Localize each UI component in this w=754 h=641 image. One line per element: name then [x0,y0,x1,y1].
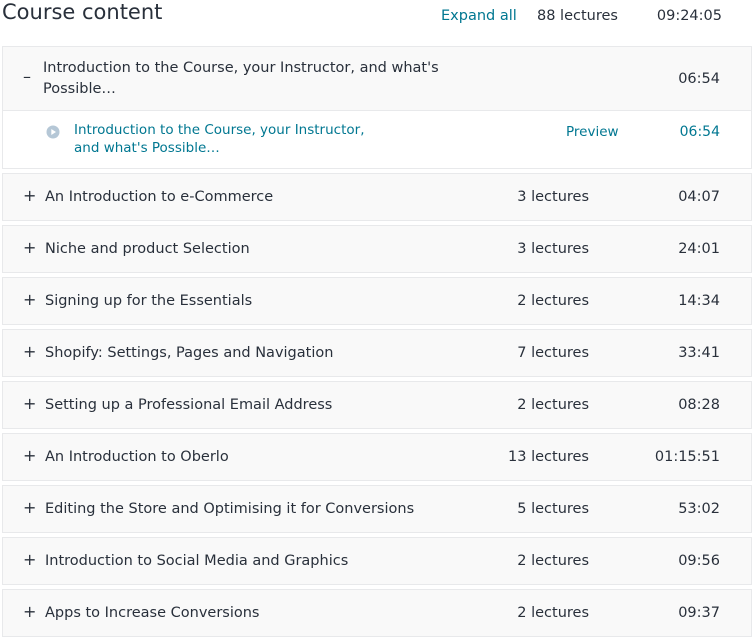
play-circle-icon [46,125,60,139]
section-item[interactable]: + Setting up a Professional Email Addres… [2,381,752,429]
section-duration: 08:28 [678,397,720,413]
expand-icon: + [23,602,37,621]
section-item[interactable]: + An Introduction to e-Commerce 3 lectur… [2,173,752,221]
expand-all-button[interactable]: Expand all [441,6,517,26]
preview-link[interactable]: Preview [566,123,619,141]
section-item[interactable]: + An Introduction to Oberlo 13 lectures … [2,433,752,481]
section-header[interactable]: + Shopify: Settings, Pages and Navigatio… [3,330,751,376]
collapse-icon: – [23,67,31,86]
section-duration: 09:37 [678,605,720,621]
section-title: Shopify: Settings, Pages and Navigation [45,345,334,361]
course-content-header: Course content Expand all 88 lectures 09… [0,0,754,40]
section-duration: 06:54 [678,71,720,87]
expand-icon: + [23,394,37,413]
section-item[interactable]: + Shopify: Settings, Pages and Navigatio… [2,329,752,377]
section-header[interactable]: – Introduction to the Course, your Instr… [3,47,751,110]
lecture-item: Introduction to the Course, your Instruc… [3,110,751,168]
page-title: Course content [2,0,163,24]
section-item[interactable]: + Niche and product Selection 3 lectures… [2,225,752,273]
section-title: Editing the Store and Optimising it for … [45,501,415,517]
section-title: An Introduction to Oberlo [45,449,229,465]
section-header[interactable]: + An Introduction to e-Commerce 3 lectur… [3,174,751,220]
section-title: Niche and product Selection [45,241,250,257]
section-header[interactable]: + Signing up for the Essentials 2 lectur… [3,278,751,324]
section-duration: 33:41 [678,345,720,361]
expand-icon: + [23,550,37,569]
section-title: An Introduction to e-Commerce [45,189,274,205]
section-duration: 53:02 [678,501,720,517]
total-lectures-count: 88 lectures [537,8,618,24]
section-title: Setting up a Professional Email Address [45,397,333,413]
section-lecture-count: 2 lectures [517,397,589,413]
expand-icon: + [23,342,37,361]
expand-icon: + [23,238,37,257]
section-duration: 09:56 [678,553,720,569]
section-header[interactable]: + Editing the Store and Optimising it fo… [3,486,751,532]
lecture-title-link[interactable]: Introduction to the Course, your Instruc… [74,121,394,157]
section-lecture-count: 13 lectures [508,449,589,465]
section-duration: 14:34 [678,293,720,309]
section-item[interactable]: + Editing the Store and Optimising it fo… [2,485,752,533]
section-duration: 01:15:51 [654,449,720,465]
section-list: – Introduction to the Course, your Instr… [2,46,752,641]
section-introduction: – Introduction to the Course, your Instr… [2,46,752,169]
section-item[interactable]: + Introduction to Social Media and Graph… [2,537,752,585]
lecture-duration: 06:54 [679,124,720,140]
section-header[interactable]: + Niche and product Selection 3 lectures… [3,226,751,272]
section-lecture-count: 3 lectures [517,241,589,257]
section-header[interactable]: + Apps to Increase Conversions 2 lecture… [3,590,751,636]
section-header[interactable]: + Setting up a Professional Email Addres… [3,382,751,428]
expand-icon: + [23,498,37,517]
section-item[interactable]: + Apps to Increase Conversions 2 lecture… [2,589,752,637]
section-lecture-count: 2 lectures [517,293,589,309]
section-header[interactable]: + An Introduction to Oberlo 13 lectures … [3,434,751,480]
section-duration: 04:07 [678,189,720,205]
total-duration: 09:24:05 [656,8,722,24]
section-title: Apps to Increase Conversions [45,605,260,621]
section-title: Introduction to Social Media and Graphic… [45,553,349,569]
expand-icon: + [23,446,37,465]
section-duration: 24:01 [678,241,720,257]
section-lecture-count: 3 lectures [517,189,589,205]
expand-icon: + [23,186,37,205]
section-lecture-count: 2 lectures [517,553,589,569]
section-lecture-count: 7 lectures [517,345,589,361]
section-item[interactable]: + Signing up for the Essentials 2 lectur… [2,277,752,325]
expand-icon: + [23,290,37,309]
section-lecture-count: 2 lectures [517,605,589,621]
section-lecture-count: 5 lectures [517,501,589,517]
section-title: Introduction to the Course, your Instruc… [43,60,439,97]
section-title: Signing up for the Essentials [45,293,253,309]
section-header[interactable]: + Introduction to Social Media and Graph… [3,538,751,584]
